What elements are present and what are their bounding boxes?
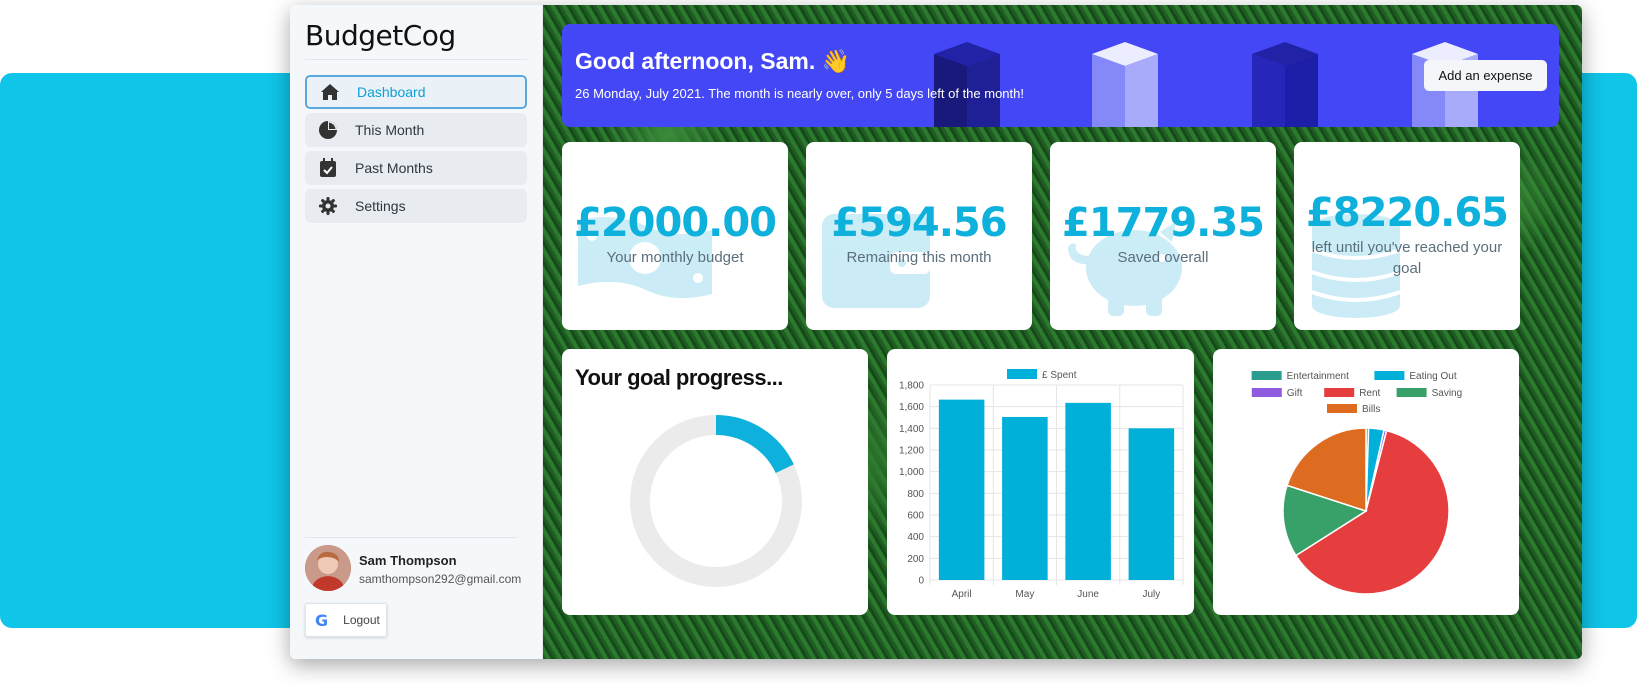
legend-swatch <box>1251 388 1282 397</box>
legend-label: Eating Out <box>1409 371 1456 382</box>
sidebar-item-label: Past Months <box>355 160 433 176</box>
y-tick-label: 1,600 <box>899 402 924 413</box>
stat-card-remaining: £594.56 Remaining this month <box>806 142 1032 330</box>
stat-label: Your monthly budget <box>606 249 744 266</box>
x-tick-label: June <box>1077 589 1099 600</box>
legend-item: Rent <box>1324 388 1381 399</box>
pie-chart-card: Entertainment Eating Out Gift Rent Saving Bil… <box>1213 349 1519 615</box>
legend-item: Entertainment <box>1251 371 1349 382</box>
sidebar-item-label: Settings <box>355 198 406 214</box>
stat-card-saved: £1779.35 Saved overall <box>1050 142 1276 330</box>
legend-swatch <box>1007 369 1037 379</box>
banner-decoration <box>934 42 1478 127</box>
legend-label: Entertainment <box>1287 371 1349 382</box>
legend-label: Rent <box>1359 388 1380 399</box>
date-subtitle: 26 Monday, July 2021. The month is nearl… <box>575 86 1024 101</box>
y-tick-label: 1,000 <box>899 467 924 478</box>
logout-label: Logout <box>343 613 380 627</box>
app-logo: BudgetCog <box>305 19 456 52</box>
sidebar-item-this-month[interactable]: This Month <box>305 113 527 147</box>
main-content: Good afternoon, Sam. 👋 26 Monday, July 2… <box>543 5 1582 659</box>
bar <box>1065 402 1111 580</box>
stat-value: £2000.00 <box>573 200 777 246</box>
add-expense-button[interactable]: Add an expense <box>1424 60 1547 91</box>
stat-value: £1779.35 <box>1061 200 1265 246</box>
legend-swatch <box>1324 388 1355 397</box>
bar <box>1002 416 1048 580</box>
y-tick-label: 600 <box>907 511 924 522</box>
legend-label: £ Spent <box>1042 370 1077 381</box>
legend-swatch <box>1374 371 1405 380</box>
sidebar: BudgetCog Dashboard This Month Past Mont… <box>290 5 543 659</box>
sidebar-item-label: This Month <box>355 122 425 138</box>
bar <box>938 399 985 580</box>
sidebar-item-past-months[interactable]: Past Months <box>305 151 527 185</box>
bar <box>1128 428 1175 580</box>
legend-swatch <box>1251 371 1282 380</box>
goal-progress-card: Your goal progress... <box>562 349 868 615</box>
sidebar-nav: Dashboard This Month Past Months Setting… <box>305 75 527 227</box>
legend-item: Saving <box>1396 388 1463 399</box>
google-icon: G <box>315 610 329 630</box>
divider <box>305 59 527 60</box>
y-tick-label: 1,200 <box>899 446 924 457</box>
stat-card-budget: £2000.00 Your monthly budget <box>562 142 788 330</box>
legend-item: Eating Out <box>1374 371 1457 382</box>
sidebar-item-dashboard[interactable]: Dashboard <box>305 75 527 109</box>
x-tick-label: May <box>1015 589 1034 600</box>
legend-item: Bills <box>1327 404 1380 415</box>
x-tick-label: April <box>952 589 972 600</box>
stage: BudgetCog Dashboard This Month Past Mont… <box>0 0 1637 684</box>
spent-bar-chart: £ Spent 0 200 400 600 800 1,000 1,200 1,400 1,600… <box>899 369 1184 600</box>
y-tick-label: 1,400 <box>899 424 924 435</box>
home-icon <box>319 81 341 103</box>
user-email: samthompson292@gmail.com <box>359 572 522 586</box>
y-tick-label: 800 <box>907 489 924 500</box>
legend-label: Bills <box>1362 404 1380 415</box>
legend-swatch <box>1327 404 1357 413</box>
logout-button[interactable]: G Logout <box>305 603 387 637</box>
pie-chart-icon <box>317 119 339 141</box>
gear-icon <box>317 195 339 217</box>
stat-card-goal-remaining: £8220.65 left until you've reached your … <box>1294 142 1520 330</box>
y-tick-label: 1,800 <box>899 381 924 392</box>
stat-label: Remaining this month <box>846 249 992 266</box>
stat-label: Saved overall <box>1117 249 1209 266</box>
greeting-title: Good afternoon, Sam. 👋 <box>575 48 851 74</box>
legend-label: Gift <box>1287 388 1303 399</box>
legend-label: Saving <box>1432 388 1463 399</box>
app-window: BudgetCog Dashboard This Month Past Mont… <box>290 5 1582 659</box>
user-name: Sam Thompson <box>359 553 457 568</box>
bar-chart-card: £ Spent 0 200 400 600 800 1,000 1,200 1,400 1,600… <box>887 349 1194 615</box>
avatar <box>305 545 351 591</box>
x-tick-label: July <box>1142 589 1160 600</box>
category-pie-chart: Entertainment Eating Out Gift Rent Saving Bil… <box>1251 371 1463 595</box>
legend-swatch <box>1396 388 1427 397</box>
y-tick-label: 400 <box>907 532 924 543</box>
sidebar-item-settings[interactable]: Settings <box>305 189 527 223</box>
y-tick-label: 200 <box>907 554 924 565</box>
y-tick-label: 0 <box>918 576 924 587</box>
stat-label: left until you've reached your goal <box>1311 239 1503 277</box>
divider <box>305 537 517 538</box>
sidebar-item-label: Dashboard <box>357 84 426 100</box>
welcome-banner: Good afternoon, Sam. 👋 26 Monday, July 2… <box>562 24 1559 127</box>
stat-value: £8220.65 <box>1305 190 1509 236</box>
stat-value: £594.56 <box>831 200 1007 246</box>
legend-item: £ Spent <box>1007 369 1077 381</box>
legend-item: Gift <box>1251 388 1303 399</box>
goal-progress-ring <box>630 415 802 587</box>
calendar-check-icon <box>317 157 339 179</box>
